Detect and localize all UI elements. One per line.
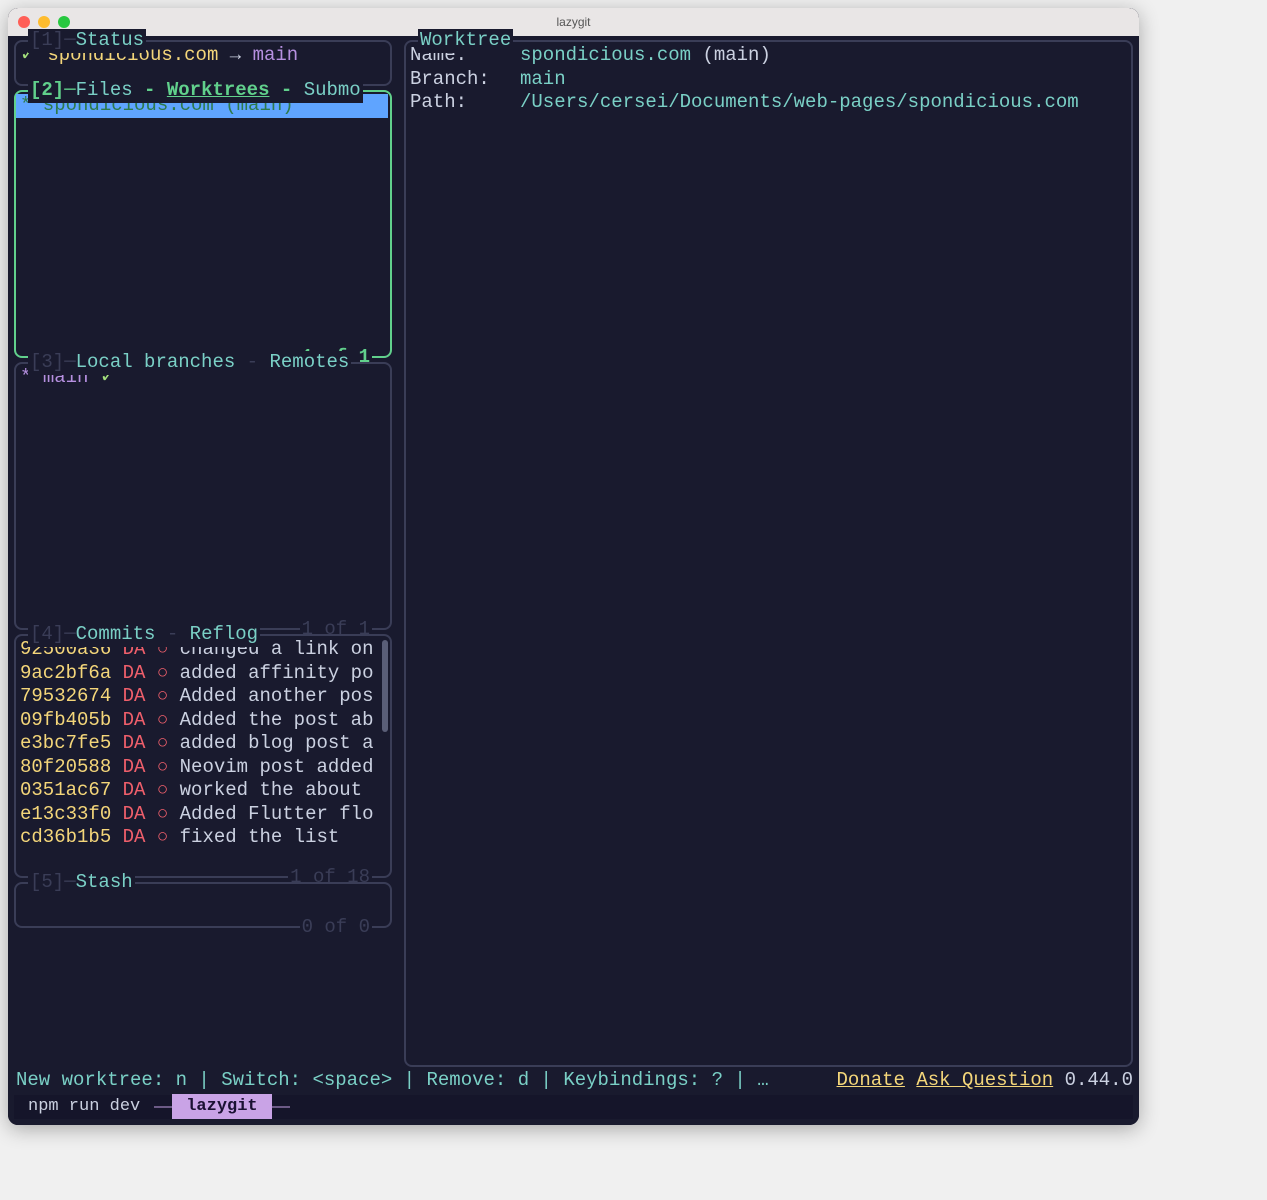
commit-row[interactable]: cd36b1b5 DA ○ fixed the list <box>20 826 386 850</box>
app-window: lazygit [1]─Status ✓ spondicious.com → m… <box>8 8 1139 1125</box>
worktree-detail-title: Worktree <box>418 29 513 53</box>
hint-more: … <box>757 1069 768 1091</box>
tab-remotes[interactable]: Remotes <box>269 351 349 373</box>
scrollbar[interactable] <box>382 640 388 732</box>
tab-files[interactable]: Files <box>76 79 133 101</box>
worktree-name-row: Name: spondicious.com (main) <box>410 44 1127 68</box>
files-panel-title: [2]─Files - Worktrees - Submo <box>28 79 363 103</box>
commit-row[interactable]: 79532674 DA ○ Added another pos <box>20 685 386 709</box>
tab-reflog[interactable]: Reflog <box>190 623 258 645</box>
commit-row[interactable]: 0351ac67 DA ○ worked the about <box>20 779 386 803</box>
files-panel[interactable]: [2]─Files - Worktrees - Submo * spondici… <box>14 90 392 358</box>
hint-keybindings: Keybindings: ? <box>563 1069 723 1091</box>
commit-row[interactable]: e13c33f0 DA ○ Added Flutter flo <box>20 803 386 827</box>
tab-submodules[interactable]: Submo <box>304 79 361 101</box>
help-line: New worktree: n | Switch: <space> | Remo… <box>14 1067 1133 1093</box>
terminal-content: [1]─Status ✓ spondicious.com → main [2]─… <box>8 36 1139 1125</box>
hint-switch: Switch: <space> <box>221 1069 392 1091</box>
ask-question-link[interactable]: Ask Question <box>916 1069 1053 1091</box>
tab-worktrees[interactable]: Worktrees <box>167 79 270 101</box>
stash-panel-footer: 0 of 0 <box>300 916 372 940</box>
stash-panel[interactable]: [5]─Stash 0 of 0 <box>14 882 392 928</box>
terminal-tab-lazygit[interactable]: lazygit <box>172 1094 271 1120</box>
tab-edge-left <box>154 1106 172 1108</box>
commit-row[interactable]: 80f20588 DA ○ Neovim post added <box>20 756 386 780</box>
stash-panel-title: [5]─Stash <box>28 871 135 895</box>
hint-remove: Remove: d <box>427 1069 530 1091</box>
commit-row[interactable]: 9ac2bf6a DA ○ added affinity po <box>20 662 386 686</box>
worktree-branch-row: Branch: main <box>410 68 1127 92</box>
tab-commits[interactable]: Commits <box>76 623 156 645</box>
version-label: 0.44.0 <box>1065 1069 1133 1091</box>
status-panel-title: [1]─Status <box>28 29 146 53</box>
commits-panel[interactable]: [4]─Commits - Reflog 92500a36 DA ○ chang… <box>14 634 392 878</box>
commit-row[interactable]: e3bc7fe5 DA ○ added blog post a <box>20 732 386 756</box>
commits-panel-title: [4]─Commits - Reflog <box>28 623 260 647</box>
window-title: lazygit <box>8 15 1139 29</box>
traffic-lights <box>18 16 70 28</box>
terminal-tab-npm[interactable]: npm run dev <box>14 1094 154 1120</box>
worktree-detail-panel[interactable]: Worktree Name: spondicious.com (main) Br… <box>404 40 1133 1067</box>
commit-row[interactable]: 09fb405b DA ○ Added the post ab <box>20 709 386 733</box>
branches-panel-title: [3]─Local branches - Remotes <box>28 351 351 375</box>
donate-link[interactable]: Donate <box>837 1069 905 1091</box>
hint-new-worktree: New worktree: n <box>16 1069 187 1091</box>
terminal-tab-strip: npm run dev lazygit <box>14 1095 1133 1119</box>
tab-local-branches[interactable]: Local branches <box>76 351 236 373</box>
tab-edge-right <box>272 1106 290 1108</box>
minimize-icon[interactable] <box>38 16 50 28</box>
branches-panel[interactable]: [3]─Local branches - Remotes * main ✓ 1 … <box>14 362 392 630</box>
zoom-icon[interactable] <box>58 16 70 28</box>
window-titlebar: lazygit <box>8 8 1139 36</box>
close-icon[interactable] <box>18 16 30 28</box>
worktree-path-row: Path: /Users/cersei/Documents/web-pages/… <box>410 91 1127 115</box>
